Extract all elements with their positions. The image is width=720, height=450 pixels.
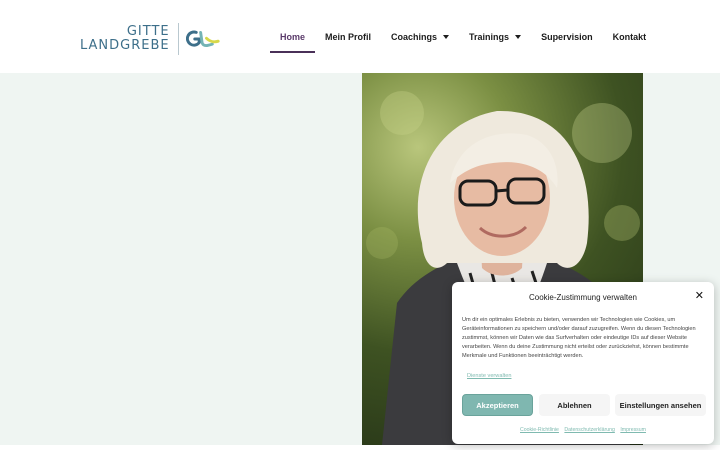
logo-text: GITTE LANDGREBE (80, 25, 170, 53)
logo-line-2: LANDGREBE (80, 38, 170, 53)
view-settings-button[interactable]: Einstellungen ansehen (615, 394, 706, 416)
nav-label-kontakt: Kontakt (612, 31, 647, 42)
nav-item-kontakt[interactable]: Kontakt (613, 32, 647, 42)
nav-item-supervision[interactable]: Supervision (541, 32, 593, 42)
site-logo[interactable]: GITTE LANDGREBE (80, 22, 220, 56)
logo-line-1: GITTE (126, 24, 170, 39)
hero-background-left (0, 73, 362, 445)
nav-label-trainings: Trainings (469, 31, 510, 42)
nav-label-home: Home (280, 31, 306, 42)
nav-item-coachings[interactable]: Coachings (391, 31, 450, 42)
deny-button[interactable]: Ablehnen (539, 394, 610, 416)
logo-mark-icon (186, 30, 220, 48)
cookie-dialog-text: Um dir ein optimales Erlebnis zu bieten,… (462, 317, 696, 359)
logo-divider (177, 23, 179, 55)
nav-label-supervision: Supervision (541, 31, 593, 42)
site-header: GITTE LANDGREBE Home Mein Profil Coachin… (0, 0, 720, 73)
manage-services-link[interactable]: Dienste verwalten (467, 373, 511, 379)
privacy-policy-link[interactable]: Datenschutzerklärung (564, 427, 614, 433)
chevron-down-icon (515, 34, 522, 39)
cookie-footer-links: Cookie-Richtlinie Datenschutzerklärung I… (452, 427, 714, 433)
nav-item-mein-profil[interactable]: Mein Profil (325, 32, 371, 42)
cookie-dialog-title: Cookie-Zustimmung verwalten (528, 293, 638, 302)
cookie-consent-dialog: Cookie-Zustimmung verwalten ✕ Um dir ein… (452, 282, 714, 444)
imprint-link[interactable]: Impressum (620, 427, 646, 433)
nav-item-home[interactable]: Home (269, 31, 316, 53)
nav-label-coachings: Coachings (391, 31, 438, 42)
chevron-down-icon (443, 34, 450, 39)
nav-item-trainings[interactable]: Trainings (469, 31, 522, 42)
cookie-policy-link[interactable]: Cookie-Richtlinie (520, 427, 559, 433)
accept-button[interactable]: Akzeptieren (462, 394, 533, 416)
nav-label-mein-profil: Mein Profil (325, 31, 372, 42)
main-nav: Home Mein Profil Coachings Trainings Sup… (269, 0, 666, 73)
close-icon[interactable]: ✕ (695, 291, 704, 302)
